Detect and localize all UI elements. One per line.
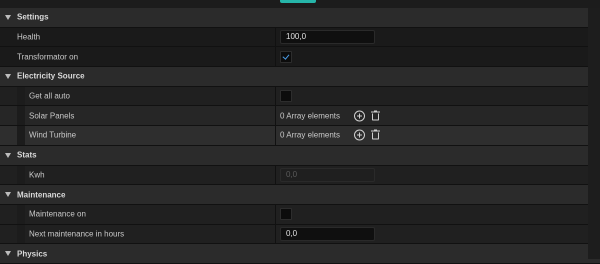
collapse-arrow-icon[interactable] xyxy=(5,74,11,80)
collapse-arrow-icon[interactable] xyxy=(5,192,11,198)
property-solar-panels: Solar Panels 0 Array elements xyxy=(0,106,600,127)
clear-elements-button[interactable] xyxy=(371,110,382,121)
property-kwh: Kwh 0,0 xyxy=(0,165,600,186)
property-label: Transformator on xyxy=(17,52,79,62)
property-label: Kwh xyxy=(29,170,45,180)
details-panel: Settings Health 100,0 Transformator on E… xyxy=(0,8,600,264)
plus-circle-icon xyxy=(354,129,366,141)
column-divider[interactable] xyxy=(275,47,276,67)
property-label: Wind Turbine xyxy=(29,130,77,140)
trash-icon xyxy=(371,129,381,140)
column-divider[interactable] xyxy=(275,204,276,224)
collapse-arrow-icon[interactable] xyxy=(5,15,11,20)
property-label: Health xyxy=(17,32,41,42)
property-label: Get all auto xyxy=(29,91,70,101)
nest-indent xyxy=(17,126,25,145)
nest-indent xyxy=(17,165,25,185)
column-divider[interactable] xyxy=(275,86,276,106)
property-health: Health 100,0 xyxy=(0,27,600,48)
array-count: 0 Array elements xyxy=(280,111,341,121)
scrollbar[interactable] xyxy=(588,8,600,259)
section-title: Electricity Source xyxy=(17,71,85,81)
section-maintenance[interactable]: Maintenance xyxy=(0,185,600,205)
section-physics[interactable]: Physics xyxy=(0,244,600,264)
kwh-input: 0,0 xyxy=(280,167,375,182)
section-settings[interactable]: Settings xyxy=(0,8,600,28)
clear-elements-button[interactable] xyxy=(371,129,382,141)
property-get-all-auto: Get all auto xyxy=(0,86,600,107)
top-bar xyxy=(0,0,600,8)
add-element-button[interactable] xyxy=(354,110,366,122)
maintenance-on-checkbox[interactable] xyxy=(280,208,292,221)
section-title: Physics xyxy=(17,249,48,259)
nest-indent xyxy=(17,204,25,224)
plus-circle-icon xyxy=(354,110,366,122)
column-divider[interactable] xyxy=(275,224,276,244)
section-stats[interactable]: Stats xyxy=(0,145,600,166)
property-label: Solar Panels xyxy=(29,111,75,121)
nest-indent xyxy=(17,86,25,106)
add-element-button[interactable] xyxy=(354,129,366,141)
column-divider[interactable] xyxy=(275,106,276,126)
collapse-arrow-icon[interactable] xyxy=(5,251,11,257)
column-divider[interactable] xyxy=(275,165,276,185)
collapse-arrow-icon[interactable] xyxy=(5,152,11,158)
next-maintenance-input[interactable]: 0,0 xyxy=(280,226,375,241)
section-title: Maintenance xyxy=(17,190,66,200)
column-divider[interactable] xyxy=(275,27,276,47)
transformator-checkbox[interactable] xyxy=(280,50,292,63)
accent-indicator xyxy=(280,0,316,3)
section-electricity-source[interactable]: Electricity Source xyxy=(0,67,600,87)
nest-indent xyxy=(17,224,25,244)
section-title: Settings xyxy=(17,12,49,22)
column-divider[interactable] xyxy=(275,126,276,145)
nest-indent xyxy=(17,106,25,126)
section-title: Stats xyxy=(17,150,37,160)
array-count: 0 Array elements xyxy=(280,130,341,140)
get-all-auto-checkbox[interactable] xyxy=(280,90,292,103)
property-label: Next maintenance in hours xyxy=(29,229,125,239)
property-maintenance-on: Maintenance on xyxy=(0,204,600,225)
health-input[interactable]: 100,0 xyxy=(280,30,375,45)
property-next-maintenance-hours: Next maintenance in hours 0,0 xyxy=(0,224,600,245)
trash-icon xyxy=(371,110,381,121)
property-label: Maintenance on xyxy=(29,209,86,219)
property-wind-turbine: Wind Turbine 0 Array elements xyxy=(0,126,600,146)
property-transformator-on: Transformator on xyxy=(0,47,600,68)
